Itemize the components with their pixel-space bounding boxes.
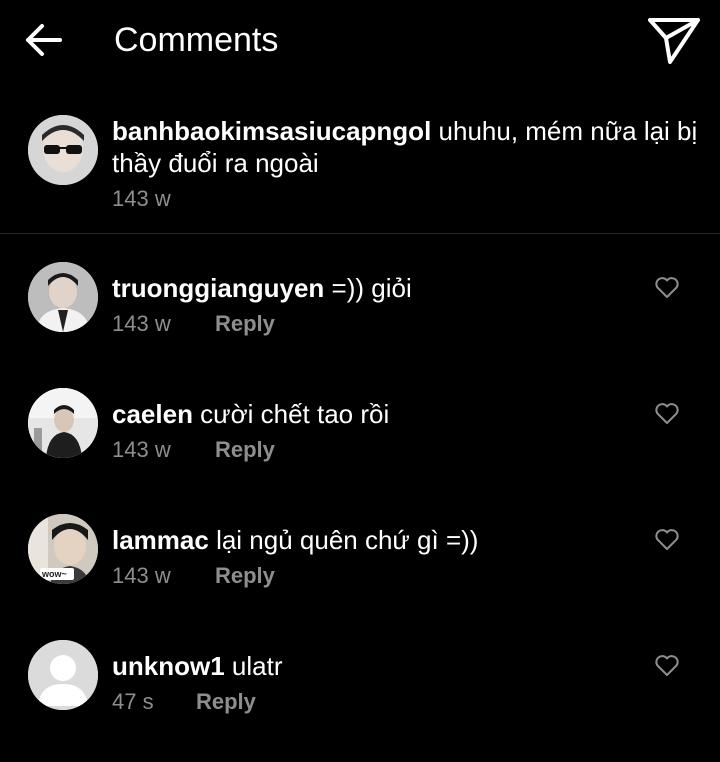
caption: banhbaokimsasiucapngol uhuhu, mém nữa lạ… xyxy=(0,100,720,233)
heart-icon xyxy=(655,529,679,550)
heart-icon xyxy=(655,403,679,424)
comment-text: caelen cười chết tao rồi xyxy=(112,398,640,430)
back-button[interactable] xyxy=(22,20,64,60)
caption-username[interactable]: banhbaokimsasiucapngol xyxy=(112,116,431,146)
heart-icon xyxy=(655,655,679,676)
default-avatar-icon xyxy=(28,640,98,710)
like-button[interactable] xyxy=(654,654,680,678)
person-photo-icon xyxy=(28,388,98,458)
reply-button[interactable]: Reply xyxy=(215,436,275,464)
avatar[interactable] xyxy=(28,388,98,458)
comment-item: wow~ lammac lại ngủ quên chứ gì =)) 143 … xyxy=(0,514,720,624)
paper-plane-icon xyxy=(648,18,700,64)
comment-text: unknow1 ulatr xyxy=(112,650,640,682)
top-bar: Comments xyxy=(0,0,720,82)
caption-time: 143 w xyxy=(112,186,171,211)
comment-text: lammac lại ngủ quên chứ gì =)) xyxy=(112,524,640,556)
like-button[interactable] xyxy=(654,528,680,552)
reply-button[interactable]: Reply xyxy=(215,310,275,338)
avatar[interactable] xyxy=(28,115,98,185)
avatar[interactable] xyxy=(28,262,98,332)
comment-username[interactable]: truonggianguyen xyxy=(112,273,324,303)
avatar[interactable] xyxy=(28,640,98,710)
comment-time: 47 s xyxy=(112,689,154,714)
like-button[interactable] xyxy=(654,276,680,300)
comment-text: truonggianguyen =)) giỏi xyxy=(112,272,640,304)
comment-username[interactable]: lammac xyxy=(112,525,209,555)
comment-item: caelen cười chết tao rồi 143 w Reply xyxy=(0,388,720,498)
comment-time: 143 w xyxy=(112,437,171,462)
comment-time: 143 w xyxy=(112,311,171,336)
avatar[interactable]: wow~ xyxy=(28,514,98,584)
person-photo-icon xyxy=(28,115,98,185)
comment-body: =)) giỏi xyxy=(324,273,412,303)
comment-username[interactable]: unknow1 xyxy=(112,651,225,681)
comment-time: 143 w xyxy=(112,563,171,588)
comment-body: ulatr xyxy=(224,651,283,681)
comment-body: lại ngủ quên chứ gì =)) xyxy=(208,525,479,555)
comment-item: truonggianguyen =)) giỏi 143 w Reply xyxy=(0,262,720,372)
page-title: Comments xyxy=(114,21,279,59)
comment-item: unknow1 ulatr 47 s Reply xyxy=(0,640,720,750)
comment-username[interactable]: caelen xyxy=(112,399,193,429)
reply-button[interactable]: Reply xyxy=(196,688,256,716)
divider xyxy=(0,233,720,234)
caption-text: banhbaokimsasiucapngol uhuhu, mém nữa lạ… xyxy=(112,115,710,179)
avatar-badge-text: wow~ xyxy=(42,569,67,579)
comment-body: cười chết tao rồi xyxy=(192,399,390,429)
send-button[interactable] xyxy=(646,14,702,66)
reply-button[interactable]: Reply xyxy=(215,562,275,590)
arrow-left-icon xyxy=(26,24,62,56)
heart-icon xyxy=(655,277,679,298)
person-photo-icon xyxy=(28,262,98,332)
like-button[interactable] xyxy=(654,402,680,426)
